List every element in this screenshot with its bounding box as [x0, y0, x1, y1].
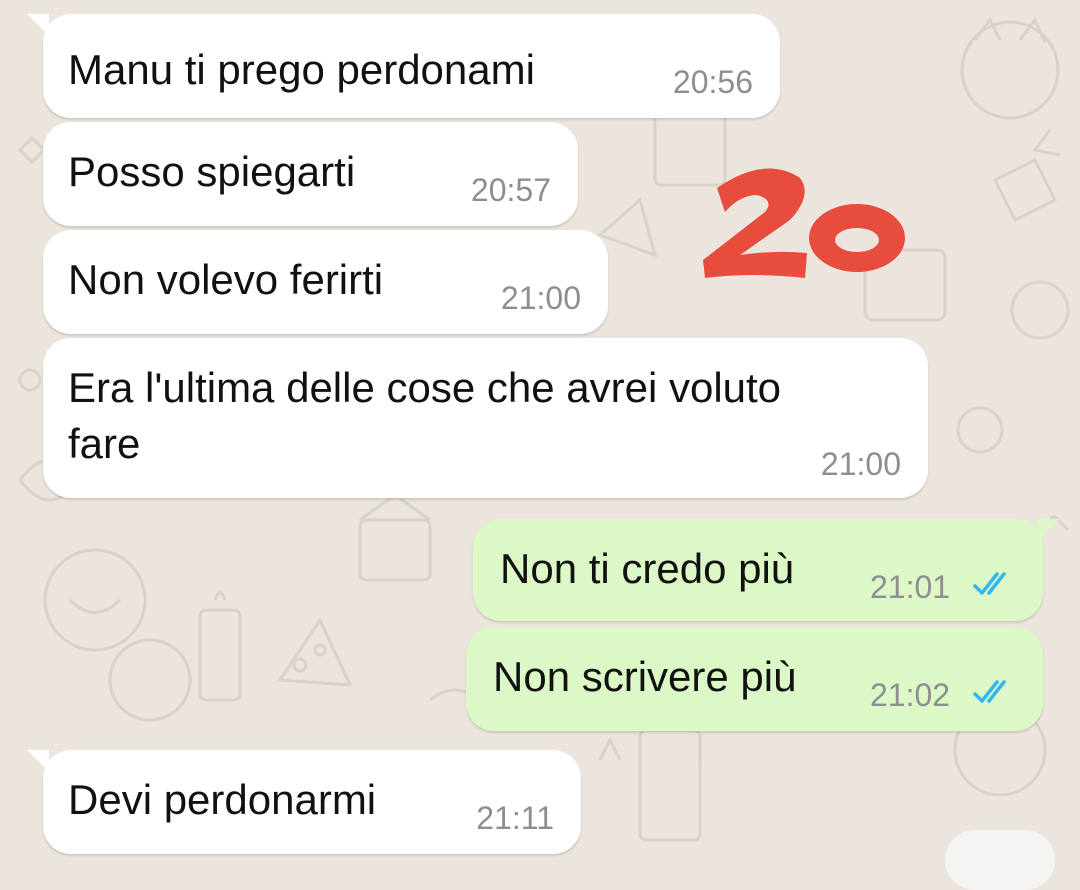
message-bubble-outgoing[interactable]: Non ti credo più 21:01 — [473, 519, 1059, 621]
message-text: Posso spiegarti — [68, 148, 356, 195]
message-bubble-incoming[interactable]: Era l'ultima delle cose che avrei voluto… — [43, 338, 928, 498]
message-bubble-incoming[interactable]: Devi perdonarmi 21:11 — [27, 750, 581, 854]
message-bubble-outgoing[interactable]: Non scrivere più 21:02 — [466, 627, 1043, 731]
message-time: 21:02 — [870, 677, 951, 713]
double-check-icon — [973, 572, 1006, 595]
message-time: 21:11 — [476, 800, 554, 836]
message-text: Devi perdonarmi — [68, 776, 377, 823]
message-bubble-incoming[interactable]: Manu ti prego perdonami 20:56 — [27, 14, 780, 118]
overlay-number-20 — [703, 168, 905, 278]
message-text: Non scrivere più — [493, 653, 797, 700]
message-text: Manu ti prego perdonami — [68, 46, 535, 93]
message-time: 20:57 — [470, 172, 551, 208]
message-time: 21:00 — [500, 280, 581, 316]
message-text: Non ti credo più — [500, 545, 795, 592]
scroll-down-button[interactable] — [945, 830, 1055, 890]
message-text: Non volevo ferirti — [68, 256, 384, 303]
message-time: 21:01 — [870, 569, 951, 605]
message-time: 20:56 — [672, 64, 753, 100]
message-bubble-incoming[interactable]: Posso spiegarti 20:57 — [43, 122, 578, 226]
message-bubble-incoming[interactable]: Non volevo ferirti 21:00 — [43, 230, 608, 334]
message-text: Era l'ultima delle cose che avrei voluto… — [68, 364, 782, 467]
message-time: 21:00 — [820, 446, 901, 482]
double-check-icon — [973, 680, 1006, 703]
